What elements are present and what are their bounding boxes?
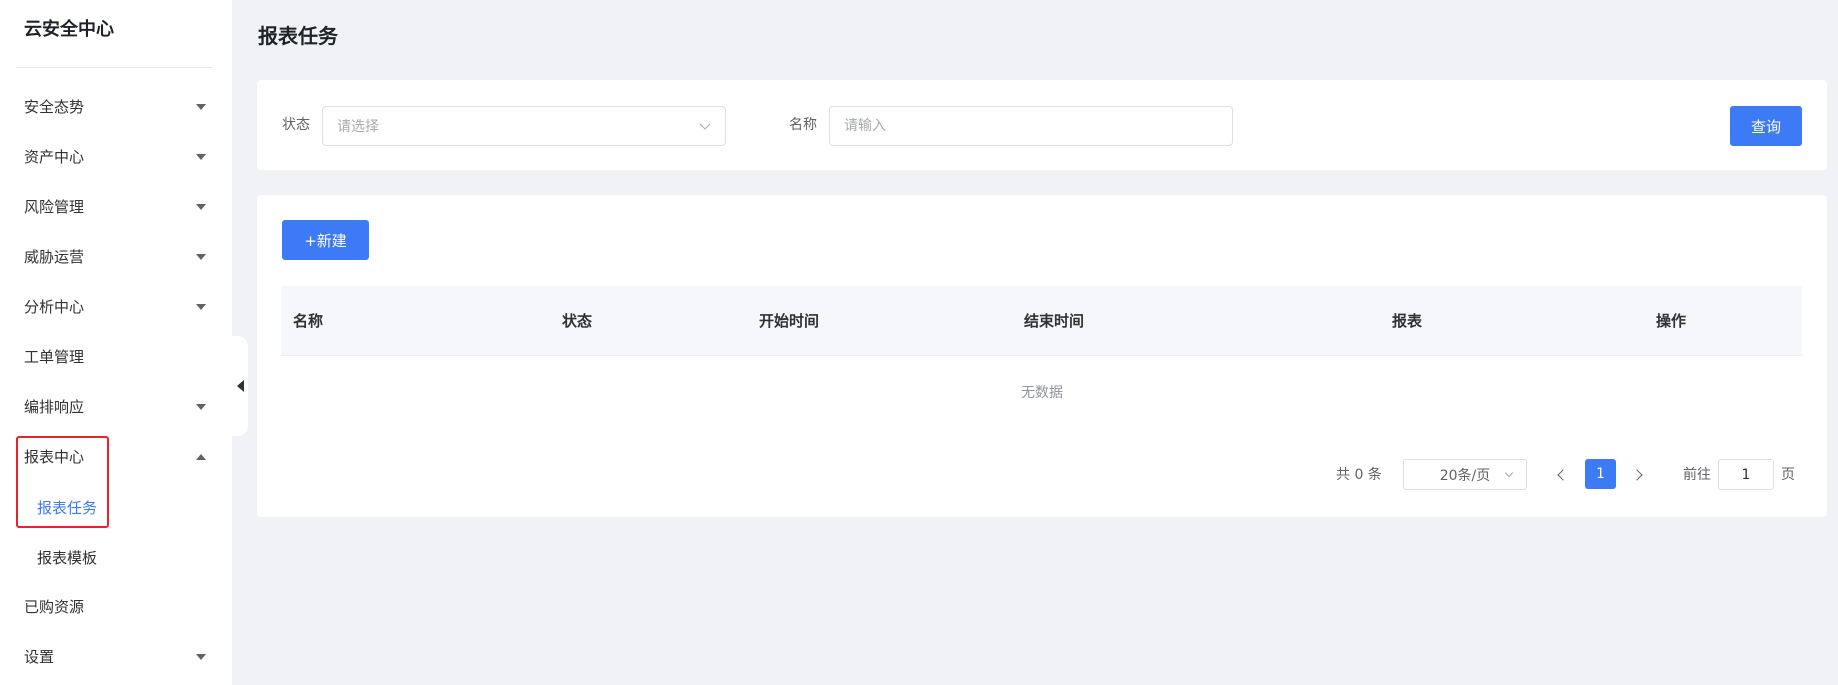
sidebar: 云安全中心 安全态势 资产中心 风险管理 威胁运营 分析中心 工单管理 编排响应 (0, 0, 232, 685)
status-label: 状态 (282, 117, 310, 133)
caret-left-icon (236, 380, 244, 392)
column-header-start-time: 开始时间 (759, 312, 820, 330)
prev-page-button[interactable] (1549, 461, 1573, 489)
search-button[interactable]: 查询 (1730, 106, 1802, 146)
filter-panel: 状态 请选择 名称 查询 (257, 80, 1827, 170)
name-label: 名称 (789, 117, 817, 133)
column-header-actions: 操作 (1656, 312, 1687, 330)
brand-divider (16, 67, 212, 68)
sidebar-subitem-report-tasks[interactable]: 报表任务 (0, 482, 232, 532)
brand-title: 云安全中心 (24, 19, 114, 40)
sidebar-item-ticket-management[interactable]: 工单管理 (0, 332, 232, 382)
page-title: 报表任务 (258, 24, 338, 48)
sidebar-item-label: 报表中心 (24, 448, 85, 466)
sidebar-item-label: 设置 (24, 648, 55, 666)
chevron-down-icon (196, 254, 206, 260)
column-header-status: 状态 (562, 312, 593, 330)
sidebar-collapse-handle[interactable] (232, 336, 248, 436)
app-root: 云安全中心 安全态势 资产中心 风险管理 威胁运营 分析中心 工单管理 编排响应 (0, 0, 1838, 685)
sidebar-item-threat-ops[interactable]: 威胁运营 (0, 232, 232, 282)
column-header-end-time: 结束时间 (1024, 312, 1085, 330)
page-size-select[interactable]: 20条/页 (1403, 459, 1527, 490)
sidebar-subitem-label: 报表任务 (37, 498, 98, 517)
goto-label: 前往 (1683, 467, 1711, 483)
pagination-total: 共 0 条 (1336, 467, 1382, 483)
sidebar-subitem-report-templates[interactable]: 报表模板 (0, 532, 232, 582)
task-table-panel: +新建 名称 状态 开始时间 结束时间 报表 操作 无数据 共 0 条 20条/… (257, 195, 1827, 517)
chevron-down-icon (196, 154, 206, 160)
add-task-button[interactable]: +新建 (282, 220, 369, 260)
sidebar-subitem-label: 报表模板 (37, 548, 98, 567)
page-size-value: 20条/页 (1439, 467, 1491, 484)
status-select[interactable]: 请选择 (322, 106, 726, 146)
goto-page-input[interactable] (1718, 459, 1774, 490)
sidebar-item-label: 安全态势 (24, 98, 85, 116)
status-select-placeholder: 请选择 (337, 119, 379, 135)
chevron-down-icon (196, 104, 206, 110)
sidebar-item-label: 已购资源 (24, 598, 85, 616)
sidebar-item-label: 威胁运营 (24, 248, 85, 266)
chevron-down-icon (699, 118, 711, 130)
sidebar-item-orchestration[interactable]: 编排响应 (0, 382, 232, 432)
chevron-left-icon (1557, 469, 1569, 481)
chevron-down-icon (196, 654, 206, 660)
chevron-right-icon (1631, 469, 1643, 481)
column-header-name: 名称 (293, 312, 324, 330)
column-header-report: 报表 (1392, 312, 1423, 330)
chevron-up-icon (196, 454, 206, 460)
sidebar-item-asset-center[interactable]: 资产中心 (0, 132, 232, 182)
sidebar-item-report-center[interactable]: 报表中心 (0, 432, 232, 482)
sidebar-item-settings[interactable]: 设置 (0, 632, 232, 682)
sidebar-item-label: 分析中心 (24, 298, 85, 316)
table-header: 名称 状态 开始时间 结束时间 报表 操作 (281, 286, 1802, 356)
sidebar-item-security-posture[interactable]: 安全态势 (0, 82, 232, 132)
sidebar-item-purchased-resources[interactable]: 已购资源 (0, 582, 232, 632)
sidebar-item-analysis-center[interactable]: 分析中心 (0, 282, 232, 332)
page-number-current[interactable]: 1 (1585, 459, 1616, 489)
chevron-down-icon (196, 304, 206, 310)
page-suffix: 页 (1781, 467, 1795, 483)
sidebar-item-label: 工单管理 (24, 348, 85, 366)
sidebar-item-risk-management[interactable]: 风险管理 (0, 182, 232, 232)
sidebar-item-label: 风险管理 (24, 198, 85, 216)
chevron-down-icon (1504, 468, 1514, 478)
chevron-down-icon (196, 204, 206, 210)
sidebar-item-label: 编排响应 (24, 398, 85, 416)
table-empty-text: 无数据 (1021, 385, 1063, 401)
next-page-button[interactable] (1627, 461, 1651, 489)
chevron-down-icon (196, 404, 206, 410)
name-input[interactable] (829, 106, 1233, 146)
sidebar-item-label: 资产中心 (24, 148, 85, 166)
